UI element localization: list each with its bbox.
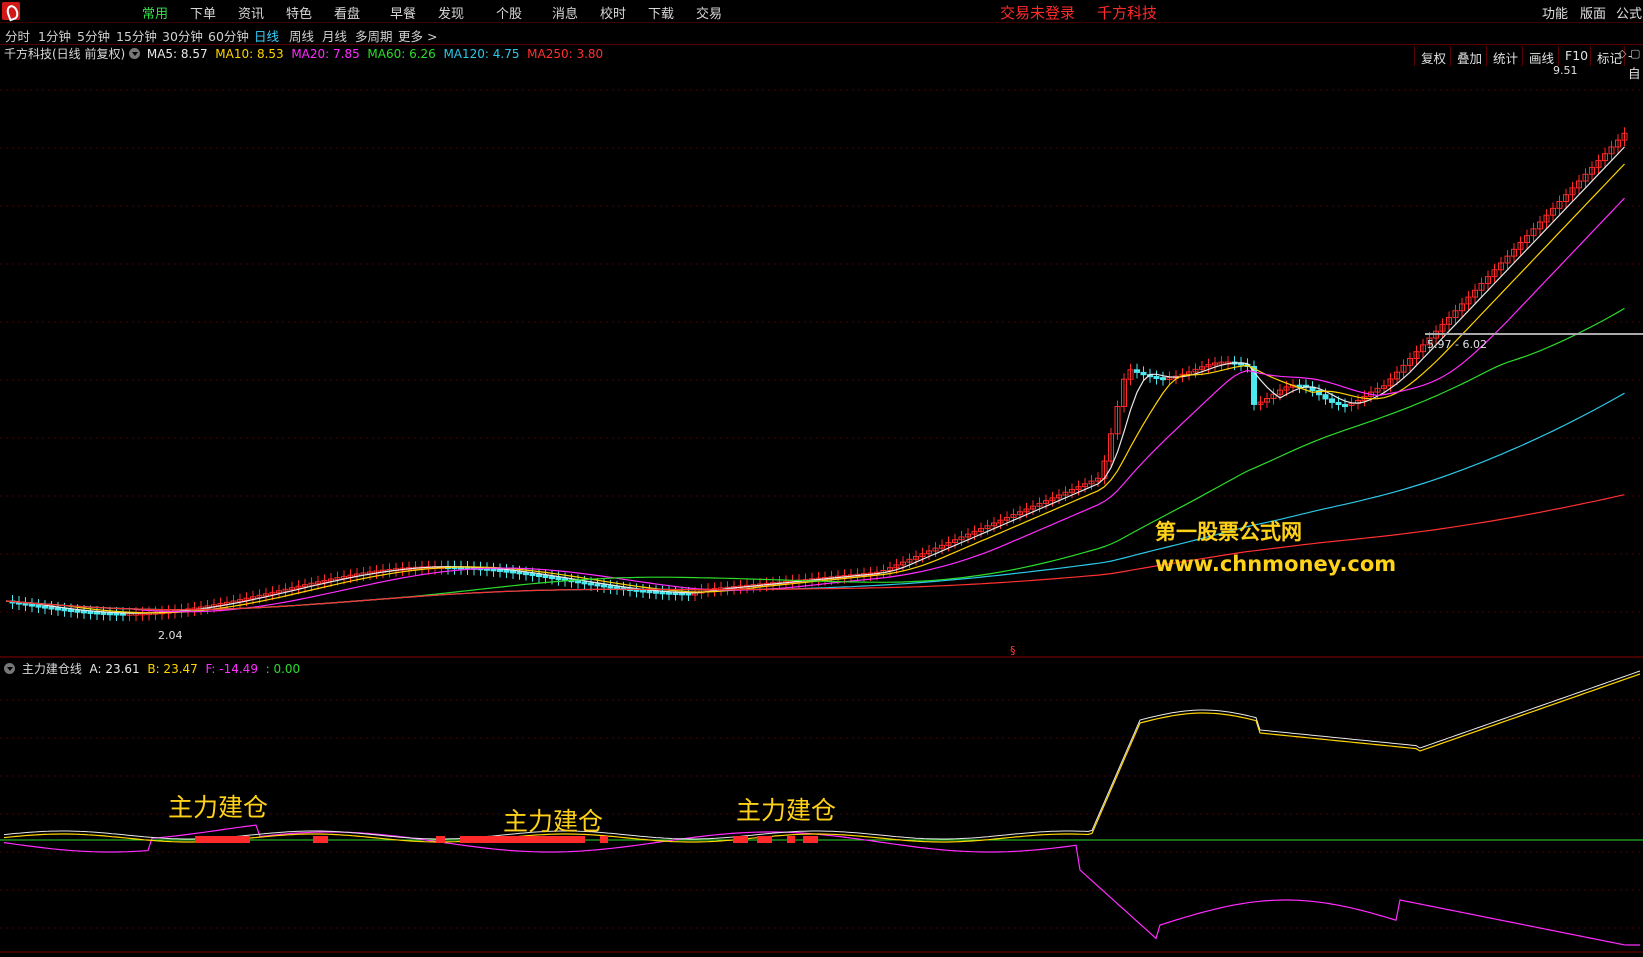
accumulate-bar [733, 836, 748, 843]
candle-body [94, 611, 100, 615]
candle-body [672, 592, 679, 596]
low-price-label: 2.04 [158, 629, 183, 642]
range-label: 5.97 - 6.02 [1427, 338, 1487, 351]
candle-body [1335, 401, 1342, 406]
candle-body [588, 582, 594, 586]
candle-body [1322, 394, 1329, 400]
candle-body [68, 609, 74, 613]
candle-body [523, 572, 529, 576]
event-marker-icon[interactable]: § [1010, 644, 1016, 657]
candle-body [659, 591, 666, 595]
indicator-b: B: 23.47 [147, 662, 198, 676]
candles [9, 127, 1628, 622]
candle-body [1160, 377, 1166, 381]
candle-body [653, 590, 659, 594]
annotation-accumulate-2: 主力建仓 [503, 807, 604, 836]
candle-body [490, 568, 497, 572]
candle-body [555, 577, 562, 581]
indicator-legend: 主力建仓线 A: 23.61 B: 23.47 F: -14.49 : 0.00 [4, 660, 300, 677]
indicator-title: 主力建仓线 [21, 662, 82, 676]
candle-body [529, 573, 536, 577]
candle-body [601, 584, 607, 588]
candle-body [510, 570, 516, 574]
high-price-label: 9.51 [1553, 64, 1578, 77]
candle-body [1134, 369, 1140, 373]
candle-body [640, 589, 646, 593]
candle-body [113, 612, 120, 616]
candle-body [81, 610, 87, 614]
candle-body [536, 574, 542, 578]
indicator-f: F: -14.49 [205, 662, 258, 676]
accumulate-bar [757, 836, 772, 843]
accumulate-bar [313, 836, 328, 843]
candle-body [42, 605, 48, 609]
annotation-accumulate-1: 主力建仓 [168, 793, 269, 822]
candle-body [607, 585, 614, 589]
candle-body [22, 602, 29, 606]
indicator-zero: : 0.00 [265, 662, 301, 676]
indicator-f-line [3, 824, 1640, 946]
ma120-line [5, 392, 1625, 611]
candle-body [542, 575, 549, 579]
candle-body [1140, 371, 1147, 376]
candle-body [575, 580, 581, 584]
candle-body [100, 611, 107, 615]
candle-body [594, 583, 601, 587]
accumulate-bar [195, 836, 250, 843]
candle-body [48, 606, 55, 610]
candle-body [497, 568, 503, 572]
candle-body [614, 586, 620, 590]
indicator-dropdown-icon[interactable] [4, 663, 15, 674]
candle-body [55, 607, 61, 611]
candle-body [503, 569, 510, 573]
indicator-a: A: 23.61 [89, 662, 140, 676]
accumulate-bar [787, 836, 795, 843]
candle-body [646, 590, 653, 594]
accumulate-bar [803, 836, 818, 843]
candle-body [87, 610, 94, 614]
candle-body [516, 571, 523, 575]
candle-body [107, 612, 113, 616]
candle-body [1329, 398, 1335, 403]
candle-body [61, 608, 68, 612]
candle-body [581, 581, 588, 585]
watermark-name: 第一股票公式网 [1155, 520, 1302, 544]
candle-body [549, 576, 555, 580]
candle-body [1342, 404, 1348, 408]
expand-icon[interactable]: ◇ ▢ [1618, 47, 1640, 60]
candle-body [666, 591, 672, 595]
candle-body [74, 609, 81, 613]
ma20-line [5, 197, 1625, 613]
candle-body [1153, 376, 1160, 380]
watermark-url: www.chnmoney.com [1155, 552, 1397, 576]
accumulate-bar [436, 836, 445, 843]
candle-body [35, 604, 42, 608]
candle-body [29, 603, 35, 607]
annotation-accumulate-3: 主力建仓 [736, 796, 837, 825]
